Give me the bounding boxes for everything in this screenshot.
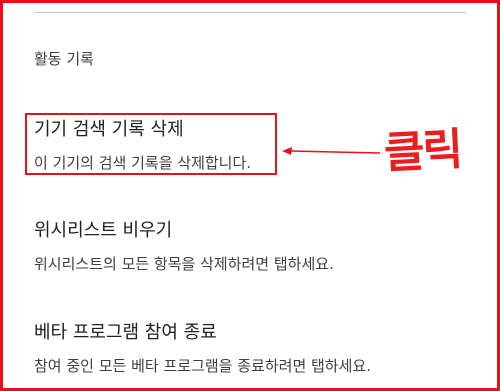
annotation-click-label: 클릭 (382, 124, 463, 179)
setting-item-delete-search-history[interactable]: 기기 검색 기록 삭제 이 기기의 검색 기록을 삭제합니다. (34, 119, 251, 173)
setting-item-description: 이 기기의 검색 기록을 삭제합니다. (34, 154, 252, 172)
setting-item-clear-wishlist[interactable]: 위시리스트 비우기 위시리스트의 모든 항목을 삭제하려면 탭하세요. (34, 220, 334, 274)
setting-item-description: 위시리스트의 모든 항목을 삭제하려면 탭하세요. (34, 255, 334, 273)
annotation-arrow-icon (282, 147, 381, 155)
setting-item-description: 참여 중인 모든 베타 프로그램을 종료하려면 탭하세요. (34, 357, 371, 375)
setting-item-leave-beta-programs[interactable]: 베타 프로그램 참여 종료 참여 중인 모든 베타 프로그램을 종료하려면 탭하… (34, 322, 371, 376)
setting-item-title: 위시리스트 비우기 (34, 220, 173, 241)
section-header-activity-history: 활동 기록 (34, 50, 94, 68)
setting-item-title: 기기 검색 기록 삭제 (34, 119, 184, 140)
setting-item-title: 베타 프로그램 참여 종료 (34, 322, 217, 343)
top-divider (34, 12, 466, 13)
